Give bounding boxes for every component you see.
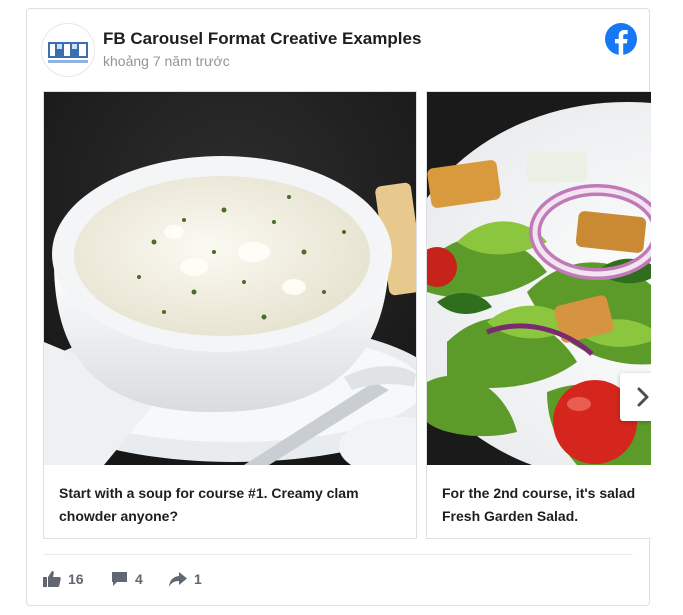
comment-icon <box>112 572 127 586</box>
likes-stat[interactable]: 16 <box>43 571 84 587</box>
carousel-card-2[interactable]: For the 2nd course, it's salad Fresh Gar… <box>426 91 651 539</box>
clam-chowder-image <box>44 92 416 477</box>
carousel-card-1-caption[interactable]: Start with a soup for course #1. Creamy … <box>59 482 410 528</box>
post-timestamp[interactable]: khoảng 7 năm trước <box>103 53 230 69</box>
comments-stat[interactable]: 4 <box>111 571 143 587</box>
stats-divider <box>43 554 633 555</box>
page-avatar[interactable] <box>41 23 95 77</box>
facebook-logo-icon[interactable] <box>605 23 637 55</box>
thumbs-up-icon <box>43 571 61 587</box>
carousel-card-2-caption[interactable]: For the 2nd course, it's salad Fresh Gar… <box>442 482 651 528</box>
share-arrow-icon <box>169 572 187 587</box>
carousel-next-button[interactable] <box>620 373 651 421</box>
post-title[interactable]: FB Carousel Format Creative Examples <box>103 29 421 49</box>
carousel: Start with a soup for course #1. Creamy … <box>43 91 651 539</box>
comments-count: 4 <box>135 571 143 587</box>
shares-count: 1 <box>194 571 202 587</box>
shares-stat[interactable]: 1 <box>169 571 202 587</box>
carousel-card-1[interactable]: Start with a soup for course #1. Creamy … <box>43 91 417 539</box>
likes-count: 16 <box>68 571 84 587</box>
chevron-right-icon <box>637 387 649 407</box>
garden-salad-image <box>427 92 651 482</box>
post-card: FB Carousel Format Creative Examples kho… <box>26 8 651 606</box>
